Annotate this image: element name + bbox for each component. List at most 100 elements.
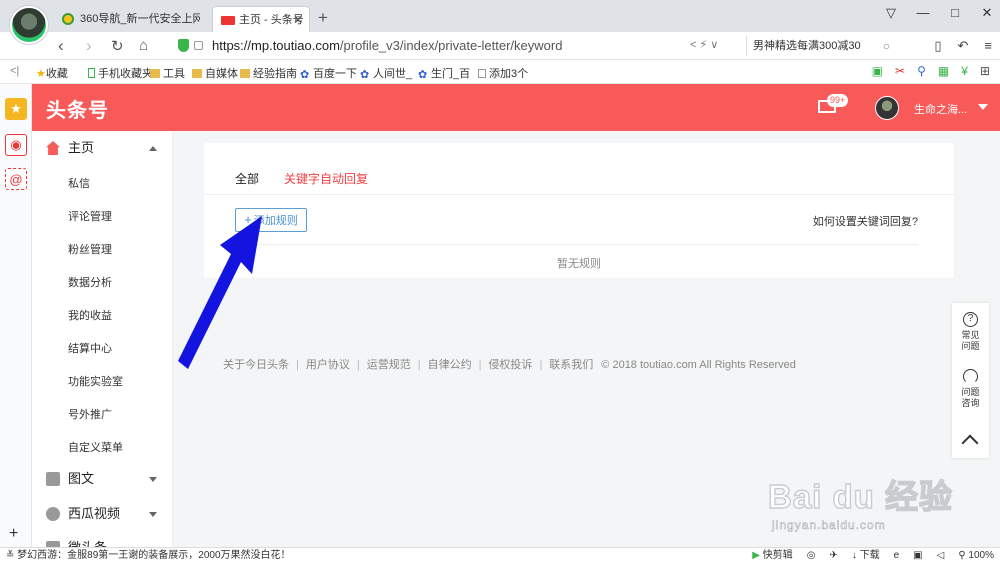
browser-tab-360[interactable]: 360导航_新一代安全上网导 [54,6,206,32]
sound-icon[interactable]: ◁ [937,548,945,563]
folder-icon [150,69,160,78]
footer-separator: | [296,359,299,371]
nav-group-home[interactable]: 主页 [32,133,172,163]
browser-tools: ▯ ↶ ≡ [934,38,992,54]
download-button[interactable]: ↓ 下载 [852,548,880,563]
nav-item-custom-menu[interactable]: 自定义菜单 [68,439,123,455]
favorites-star-icon[interactable]: ★ [5,98,27,120]
avatar[interactable] [875,96,899,120]
screenshot-icon[interactable]: ▣ [913,548,922,563]
minimize-button[interactable]: — [916,5,930,21]
nav-group-article[interactable]: 图文 [32,464,172,494]
bookmark-tools[interactable]: 工具 [150,65,185,81]
tab-keyword-auto-reply[interactable]: 关键字自动回复 [284,170,368,187]
browser-tab-toutiao[interactable]: 主页 - 头条号 ✕ [212,6,310,32]
back-icon[interactable]: ‹ [58,36,64,56]
footer-link-contact[interactable]: 联系我们 [549,359,593,371]
phone-icon[interactable]: ▯ [934,38,941,54]
url-path: /profile_v3/index/private-letter/keyword [339,38,563,53]
footer-separator: | [478,359,482,371]
footer-link-rules[interactable]: 运营规范 [367,359,411,371]
nav-item-fans[interactable]: 粉丝管理 [68,241,112,257]
zoom-button[interactable]: ⚲ 100% [958,548,994,563]
consult-button[interactable]: 问题 咨询 [952,369,989,409]
nav-group-video[interactable]: 西瓜视频 [32,499,172,529]
weibo-icon[interactable]: ◉ [5,134,27,156]
ie-icon[interactable]: e [894,548,900,563]
footer-link-convention[interactable]: 自律公约 [428,359,472,371]
yen-icon[interactable]: ¥ [961,64,968,78]
bookmark-baidu[interactable]: ✿ 百度一下 [300,65,357,81]
maximize-button[interactable]: □ [948,5,962,21]
back-to-top-icon[interactable] [961,434,979,452]
footer-link-agreement[interactable]: 用户协议 [306,359,350,371]
game-icon[interactable]: ▦ [938,64,949,78]
bookmark-favorites[interactable]: ★收藏 [36,65,68,81]
close-window-button[interactable]: ✕ [980,5,994,21]
browser-side-rail: ★ ◉ @ + [0,84,32,547]
bookmark-add[interactable]: 添加3个 [478,65,528,81]
toutiao-logo[interactable]: 头条号 [46,94,109,123]
footer-link-complaint[interactable]: 侵权投诉 [488,359,532,371]
bookmark-mobile[interactable]: 手机收藏夹 [88,65,153,81]
nav-group-label: 主页 [68,140,95,155]
bookmark-guide[interactable]: 经验指南 [240,65,297,81]
nav-item-private-letter[interactable]: 私信 [68,175,90,191]
add-rule-button[interactable]: + 添加规则 [235,208,307,232]
search-input[interactable]: 男神精选每满300减30 ○ [746,36,898,56]
nav-group-micro[interactable]: 微头条 [32,533,172,547]
chevron-down-icon [149,477,157,482]
url-text: https://mp.toutiao.com/profile_v3/index/… [212,38,562,53]
bookmark-media[interactable]: 自媒体 [192,65,238,81]
scissors-icon[interactable]: ✂ [895,64,905,78]
share-icon[interactable]: < ⚡ ∨ [690,38,718,51]
speed-icon[interactable]: ◎ [807,548,816,563]
pin-icon[interactable]: ✈ [829,548,837,563]
browser-tab-bar: 360导航_新一代安全上网导 主页 - 头条号 ✕ + ▽ — □ ✕ [0,0,1000,44]
search-icon[interactable]: ○ [883,36,890,56]
skin-button[interactable]: ▽ [884,5,898,21]
close-icon[interactable]: ✕ [293,7,303,32]
url-input[interactable]: https://mp.toutiao.com/profile_v3/index/… [170,35,738,57]
divider [235,244,918,245]
status-bar: ≚ 梦幻西游：金服89第一王谢的装备展示，2000万果然没白花！ ▶ 快剪辑 ◎… [0,547,1000,563]
username[interactable]: 生命之海... [914,101,967,117]
nav-item-analytics[interactable]: 数据分析 [68,274,112,290]
bookmark-label: 手机收藏夹 [98,68,153,80]
bookmark-renjianshi[interactable]: ✿ 人间世_ [360,65,412,81]
tab-all[interactable]: 全部 [235,170,259,187]
search-ext-icon[interactable]: ⚲ [917,64,926,78]
refresh-icon[interactable]: ↻ [111,37,124,55]
quickclip-button[interactable]: ▶ 快剪辑 [752,548,792,563]
footer-link-about[interactable]: 关于今日头条 [223,359,289,371]
floating-help-panel: ? 常见 问题 问题 咨询 [952,303,989,458]
extension-icon[interactable]: ▣ [872,64,883,78]
new-tab-button[interactable]: + [318,8,328,28]
zoom-label: 100% [968,550,994,561]
nav-item-earnings[interactable]: 我的收益 [68,307,112,323]
nav-item-promotion[interactable]: 号外推广 [68,406,112,422]
undo-icon[interactable]: ↶ [958,38,969,54]
email-icon[interactable]: @ [5,168,27,190]
browser-logo-icon[interactable] [10,6,48,44]
add-sidebar-icon[interactable]: + [9,525,18,543]
chevron-down-icon[interactable] [978,104,988,110]
nav-item-settlement[interactable]: 结算中心 [68,340,112,356]
bookmark-shengmen[interactable]: ✿ 生门_百 [418,65,470,81]
home-icon [46,141,60,155]
faq-button[interactable]: ? 常见 问题 [952,312,989,352]
nav-item-lab[interactable]: 功能实验室 [68,373,123,389]
baidu-jingyan-watermark: Bai du 经验 jingyan.baidu.com [767,470,968,540]
grid-icon[interactable]: ⊞ [980,64,990,78]
keyword-help-link[interactable]: 如何设置关键词回复? [813,213,918,229]
bookmark-label: 生门_百 [431,68,471,80]
collapse-icon[interactable]: <| [10,65,19,77]
menu-icon[interactable]: ≡ [984,38,992,54]
quickclip-label: 快剪辑 [762,550,793,561]
bookmark-label: 添加3个 [489,68,529,80]
home-icon[interactable]: ⌂ [139,37,148,54]
forward-icon[interactable]: › [86,36,92,56]
question-icon: ? [963,312,978,327]
status-news[interactable]: ≚ 梦幻西游：金服89第一王谢的装备展示，2000万果然没白花！ [6,548,291,563]
nav-item-comments[interactable]: 评论管理 [68,208,112,224]
